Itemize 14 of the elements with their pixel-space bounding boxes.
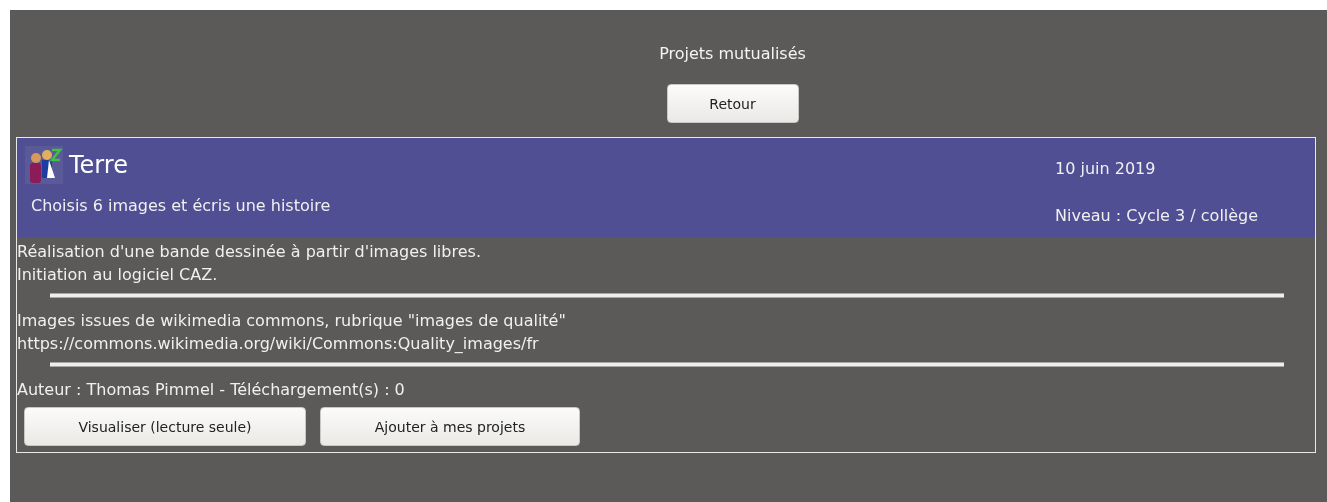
description-line: https://commons.wikimedia.org/wiki/Commons:Quality_images/fr: [17, 333, 540, 355]
description-line: Initiation au logiciel CAZ.: [17, 264, 219, 286]
back-button[interactable]: Retour: [666, 84, 799, 123]
page-title: Projets mutualisés: [659, 44, 806, 63]
add-button[interactable]: Ajouter à mes projets: [320, 407, 580, 446]
project-subtitle: Choisis 6 images et écris une histoire: [31, 196, 332, 215]
figures-icon: [25, 146, 63, 184]
author-info: Auteur : Thomas Pimmel - Téléchargement(s) : 0: [17, 379, 406, 401]
view-button[interactable]: Visualiser (lecture seule): [24, 407, 306, 446]
description-line: Images issues de wikimedia commons, rubrique "images de qualité": [17, 310, 567, 332]
project-title: Terre: [69, 151, 128, 179]
description-line: Réalisation d'une bande dessinée à partir d'images libres.: [17, 241, 482, 263]
level-label: Niveau : Cycle 3 / collège: [1055, 206, 1260, 225]
project-date: 10 juin 2019: [1055, 159, 1157, 178]
